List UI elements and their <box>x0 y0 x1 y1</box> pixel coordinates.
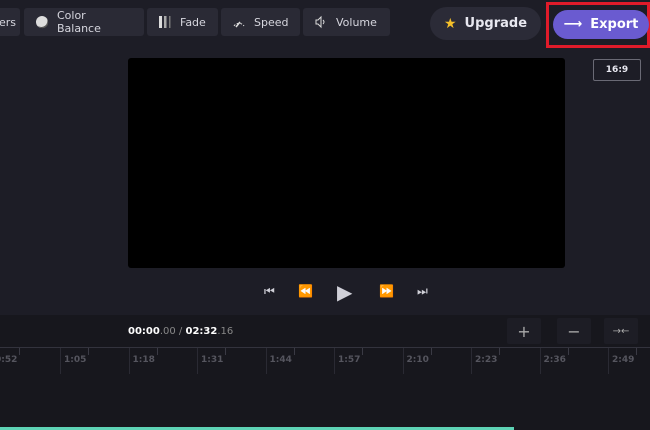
export-button[interactable]: ⟶ Export <box>553 10 649 39</box>
timeline-tick: 1:05 <box>60 348 89 374</box>
arrow-right-icon: ⟶ <box>563 17 583 32</box>
toolbar-speed-button[interactable]: Speed <box>221 8 300 36</box>
fast-forward-icon[interactable]: ⏩ <box>379 284 394 298</box>
toolbar-fade-button[interactable]: Fade <box>147 8 218 36</box>
speed-label: Speed <box>254 15 289 29</box>
fit-timeline-button[interactable]: →← <box>604 318 638 344</box>
speedometer-icon <box>233 21 245 28</box>
timeline-tick: 1:44 <box>265 348 295 374</box>
timeline-tick: 1:57 <box>334 348 363 374</box>
toolbar-filters-button[interactable]: ers <box>0 8 20 36</box>
fade-icon <box>159 16 171 28</box>
fade-label: Fade <box>180 15 206 29</box>
timeline-tick: 2:23 <box>471 348 500 374</box>
timeline-tick: 2:49 <box>608 348 637 374</box>
timeline-tick: 1:18 <box>128 348 158 374</box>
play-icon[interactable]: ▶ <box>337 280 352 304</box>
export-label: Export <box>590 17 639 32</box>
volume-label: Volume <box>336 15 377 29</box>
zoom-in-button[interactable]: + <box>507 318 541 344</box>
export-highlight: ⟶ Export <box>546 2 650 48</box>
toolbar-color-balance-button[interactable]: Color Balance <box>24 8 144 36</box>
aspect-ratio-button[interactable]: 16:9 <box>593 59 641 81</box>
timeline-tick: 1:31 <box>197 348 226 374</box>
color-balance-icon <box>35 16 49 29</box>
upgrade-label: Upgrade <box>464 16 528 31</box>
timeline-tick: 0:52 <box>0 348 20 374</box>
timeline-tick: 2:10 <box>402 348 432 374</box>
timeline-tick: 2:36 <box>539 348 569 374</box>
zoom-out-button[interactable]: − <box>557 318 591 344</box>
color-balance-label: Color Balance <box>56 9 101 35</box>
video-preview[interactable] <box>128 58 565 268</box>
toolbar-volume-button[interactable]: Volume <box>303 8 390 36</box>
filters-label: ers <box>0 15 16 29</box>
skip-to-end-icon[interactable]: ⏭ <box>417 284 428 299</box>
skip-to-start-icon[interactable]: ⏮ <box>264 284 275 299</box>
rewind-icon[interactable]: ⏪ <box>298 284 313 298</box>
time-display: 00:00.00 / 02:32.16 <box>128 326 234 337</box>
upgrade-button[interactable]: ★ Upgrade <box>430 7 541 40</box>
volume-icon <box>315 15 325 29</box>
star-icon: ★ <box>443 15 457 32</box>
